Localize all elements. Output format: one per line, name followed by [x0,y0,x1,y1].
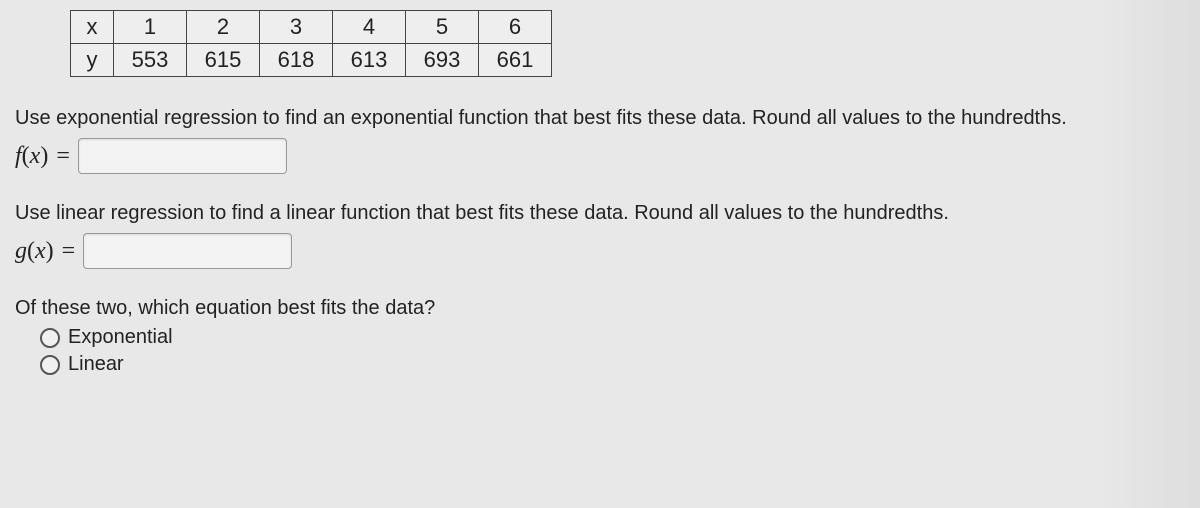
fx-label: f(x) [15,143,48,170]
cell: 4 [333,11,406,44]
row-header-x: x [71,11,114,44]
cell: 661 [479,44,552,77]
cell: 615 [187,44,260,77]
fx-input[interactable] [78,138,287,174]
prompt-text: Of these two, which equation best fits t… [15,295,1185,322]
table-row: x 1 2 3 4 5 6 [71,11,552,44]
equals-sign: = [56,143,70,170]
cell: 613 [333,44,406,77]
cell: 5 [406,11,479,44]
equals-sign: = [62,238,76,265]
gx-input[interactable] [83,233,292,269]
radio-icon [40,355,60,375]
row-header-y: y [71,44,114,77]
question-exponential: Use exponential regression to find an ex… [15,105,1185,174]
cell: 618 [260,44,333,77]
cell: 1 [114,11,187,44]
data-table: x 1 2 3 4 5 6 y 553 615 618 613 693 661 [70,10,552,77]
table-row: y 553 615 618 613 693 661 [71,44,552,77]
choice-exponential[interactable]: Exponential [40,326,1185,349]
question-linear: Use linear regression to find a linear f… [15,200,1185,269]
prompt-text: Use linear regression to find a linear f… [15,200,1185,227]
radio-icon [40,328,60,348]
choice-label: Linear [68,353,124,376]
gx-label: g(x) [15,238,54,265]
choice-linear[interactable]: Linear [40,353,1185,376]
prompt-text: Use exponential regression to find an ex… [15,105,1185,132]
cell: 6 [479,11,552,44]
cell: 3 [260,11,333,44]
choice-label: Exponential [68,326,173,349]
cell: 2 [187,11,260,44]
question-bestfit: Of these two, which equation best fits t… [15,295,1185,376]
cell: 693 [406,44,479,77]
cell: 553 [114,44,187,77]
